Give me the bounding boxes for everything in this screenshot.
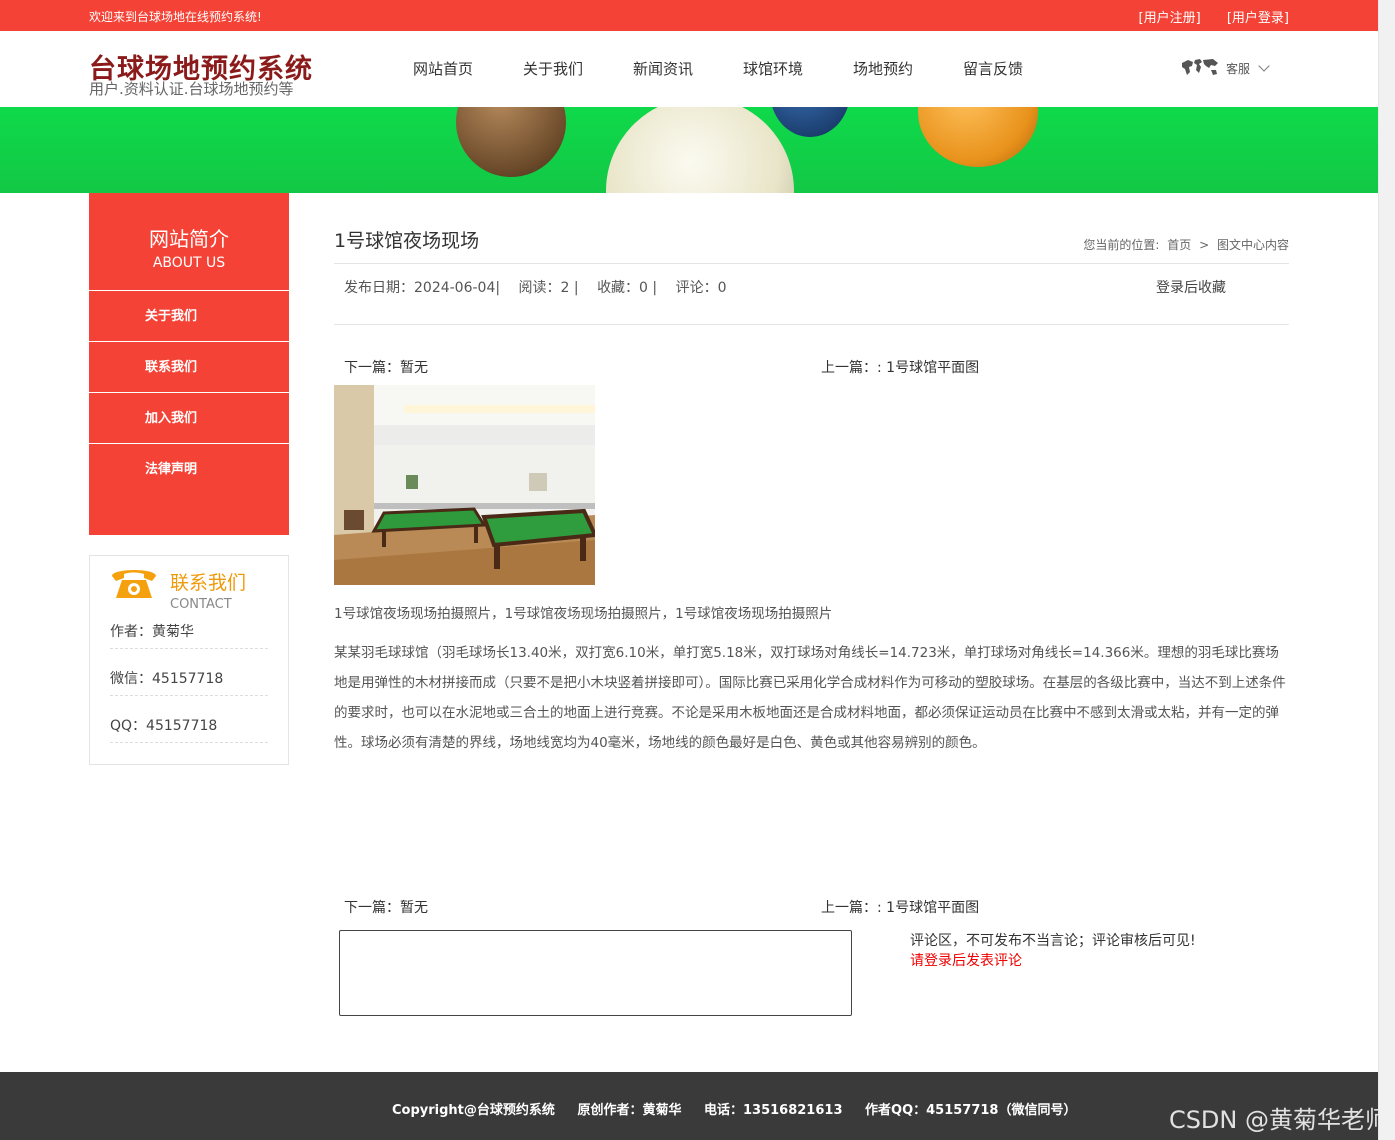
favorite-count: 收藏：0 | (597, 280, 658, 296)
article-body: 某某羽毛球球馆（羽毛球场长13.40米，双打宽6.10米，单打宽5.18米，双打… (334, 645, 1286, 751)
customer-service[interactable]: 客服 (1180, 57, 1270, 79)
nav-feedback[interactable]: 留言反馈 (938, 58, 1048, 79)
nav-environment[interactable]: 球馆环境 (718, 58, 828, 79)
service-label: 客服 (1226, 61, 1251, 76)
breadcrumb-home[interactable]: 首页 (1167, 238, 1191, 252)
contact-title: 联系我们 (170, 572, 247, 594)
watermark: CSDN @黄菊华老师 (1168, 1106, 1389, 1134)
breadcrumb-current[interactable]: 图文中心内容 (1217, 238, 1289, 252)
prev-article-link-bottom[interactable]: 上一篇：: 1号球馆平面图 (821, 897, 979, 917)
billiard-ball-white (606, 107, 794, 193)
vertical-scrollbar[interactable] (1378, 0, 1395, 1140)
billiard-ball-orange (918, 107, 1038, 167)
footer-author: 原创作者：黄菊华 (577, 1103, 682, 1118)
nav-news[interactable]: 新闻资讯 (608, 58, 718, 79)
logo-subtitle: 用户.资料认证.台球场地预约等 (89, 80, 294, 98)
sidebar-item-about[interactable]: 关于我们 (89, 291, 289, 342)
sidebar-menu: 网站简介 ABOUT US 关于我们 联系我们 加入我们 法律声明 (89, 193, 289, 535)
contact-author: 作者：黄菊华 (110, 615, 268, 649)
contact-qq: QQ：45157718 (110, 709, 268, 743)
footer-phone: 电话：13516821613 (703, 1103, 843, 1118)
nav-booking[interactable]: 场地预约 (828, 58, 938, 79)
sidebar-item-legal[interactable]: 法律声明 (89, 444, 289, 495)
top-bar: 欢迎来到台球场地在线预约系统! [用户注册] [用户登录] (0, 0, 1378, 31)
divider (334, 324, 1289, 325)
nav-about[interactable]: 关于我们 (498, 58, 608, 79)
nav-home[interactable]: 网站首页 (388, 58, 498, 79)
sidebar-subtitle: ABOUT US (152, 255, 226, 271)
chevron-down-icon (1258, 60, 1270, 72)
favorite-button[interactable]: 登录后收藏 (1156, 277, 1226, 297)
article-image (334, 385, 595, 585)
welcome-text: 欢迎来到台球场地在线预约系统! (89, 10, 262, 24)
page-title: 1号球馆夜场现场 (334, 230, 480, 252)
footer-info: Copyright@台球预约系统 原创作者：黄菊华 电话：13516821613… (392, 1099, 1094, 1118)
contact-wechat: 微信：45157718 (110, 662, 268, 696)
breadcrumb-label: 您当前的位置: (1083, 238, 1160, 252)
hero-banner (0, 107, 1378, 193)
breadcrumb: 您当前的位置: 首页 > 图文中心内容 (1079, 236, 1289, 253)
login-to-comment-link[interactable]: 请登录后发表评论 (910, 950, 1022, 970)
site-header: 台球场地预约系统 用户.资料认证.台球场地预约等 网站首页 关于我们 新闻资讯 … (0, 31, 1378, 107)
article-meta: 发布日期：2024-06-04| 阅读：2 | 收藏：0 | 评论：0 (344, 277, 741, 297)
billiard-ball-blue (770, 107, 850, 137)
main-nav: 网站首页 关于我们 新闻资讯 球馆环境 场地预约 留言反馈 (388, 58, 1048, 79)
prev-article-link[interactable]: 上一篇：: 1号球馆平面图 (821, 357, 979, 377)
image-caption: 1号球馆夜场现场拍摄照片，1号球馆夜场现场拍摄照片，1号球馆夜场现场拍摄照片 (334, 606, 833, 622)
footer-copyright: Copyright@台球预约系统 (392, 1103, 555, 1118)
read-count: 阅读：2 | (518, 280, 579, 296)
sidebar-item-contact[interactable]: 联系我们 (89, 342, 289, 393)
sidebar-title: 网站简介 (149, 227, 229, 251)
sidebar-header: 网站简介 ABOUT US (89, 193, 289, 291)
next-article-link[interactable]: 下一篇：暂无 (344, 357, 428, 377)
comment-notice: 评论区，不可发布不当言论；评论审核后可见! (910, 933, 1196, 949)
next-article-link-bottom[interactable]: 下一篇：暂无 (344, 897, 428, 917)
login-link[interactable]: [用户登录] (1227, 11, 1289, 26)
register-link[interactable]: [用户注册] (1139, 11, 1201, 26)
contact-subtitle: CONTACT (170, 597, 232, 612)
contact-box: 联系我们 CONTACT 作者：黄菊华 微信：45157718 QQ：45157… (89, 555, 289, 765)
publish-date: 发布日期：2024-06-04| (344, 280, 501, 296)
comment-input[interactable] (339, 930, 852, 1016)
divider (334, 263, 1289, 264)
footer-qq: 作者QQ：45157718（微信同号） (865, 1103, 1077, 1118)
comment-count: 评论：0 (675, 280, 727, 296)
sidebar-item-join[interactable]: 加入我们 (89, 393, 289, 444)
world-map-icon (1182, 59, 1218, 75)
billiard-ball-brown (456, 107, 566, 177)
telephone-icon (112, 570, 156, 598)
auth-links: [用户注册] [用户登录] (1117, 7, 1289, 26)
breadcrumb-separator: > (1199, 238, 1210, 252)
